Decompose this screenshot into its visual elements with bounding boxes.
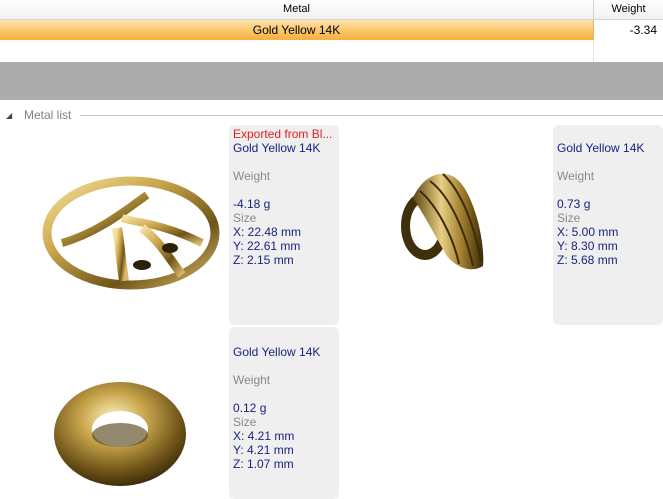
size-z: Z: 2.15 mm	[233, 253, 294, 267]
size-z: Z: 5.68 mm	[557, 253, 618, 267]
size-y: Y: 4.21 mm	[233, 443, 294, 457]
cell-weight[interactable]: -3.34	[594, 20, 663, 40]
weight-label: Weight	[233, 373, 271, 387]
column-header-weight[interactable]: Weight	[594, 0, 663, 19]
grid-empty-area	[0, 62, 663, 100]
size-x: X: 4.21 mm	[233, 429, 295, 443]
empty-cell-weight[interactable]	[594, 40, 663, 62]
collapse-triangle-icon[interactable]: ◢	[6, 111, 20, 120]
fluted-ring-icon[interactable]	[395, 166, 495, 281]
size-z: Z: 1.07 mm	[233, 457, 294, 471]
metal-list-title: Metal list	[24, 108, 72, 122]
size-x: X: 5.00 mm	[557, 225, 619, 239]
grid-new-row[interactable]	[0, 40, 663, 62]
size-x: X: 22.48 mm	[233, 225, 302, 239]
size-y: Y: 22.61 mm	[233, 239, 301, 253]
column-header-metal[interactable]: Metal	[0, 0, 594, 19]
metal-info: Gold Yellow 14K Weight 0.12 g Size X: 4.…	[233, 345, 320, 471]
grid-header: Metal Weight	[0, 0, 663, 20]
metal-info: Exported from Bl... Gold Yellow 14K Weig…	[233, 127, 332, 267]
size-label: Size	[233, 415, 257, 429]
size-y: Y: 8.30 mm	[557, 239, 618, 253]
metal-name: Gold Yellow 14K	[233, 141, 321, 155]
group-divider	[80, 115, 663, 116]
cell-metal[interactable]: Gold Yellow 14K	[0, 20, 594, 40]
metal-name: Gold Yellow 14K	[233, 345, 321, 359]
metal-list-group-header[interactable]: ◢ Metal list	[6, 107, 71, 123]
size-label: Size	[557, 211, 581, 225]
torus-ring-icon[interactable]	[50, 379, 190, 489]
weight-value: 0.12 g	[233, 401, 267, 415]
oval-frame-ring-icon[interactable]	[42, 173, 220, 293]
weight-value: -4.18 g	[233, 197, 271, 211]
metal-grid: Metal Weight Gold Yellow 14K -3.34	[0, 0, 663, 62]
empty-cell-metal[interactable]	[0, 40, 594, 62]
weight-label: Weight	[557, 169, 595, 183]
export-warning-text: Exported from Bl...	[233, 127, 333, 141]
metal-list-panel: ◢ Metal list Exported from Bl... Gold Ye…	[0, 101, 663, 499]
metal-name: Gold Yellow 14K	[557, 141, 645, 155]
size-label: Size	[233, 211, 257, 225]
weight-value: 0.73 g	[557, 197, 591, 211]
weight-label: Weight	[233, 169, 271, 183]
grid-row-selected[interactable]: Gold Yellow 14K -3.34	[0, 20, 663, 40]
metal-info: Gold Yellow 14K Weight 0.73 g Size X: 5.…	[557, 141, 644, 267]
